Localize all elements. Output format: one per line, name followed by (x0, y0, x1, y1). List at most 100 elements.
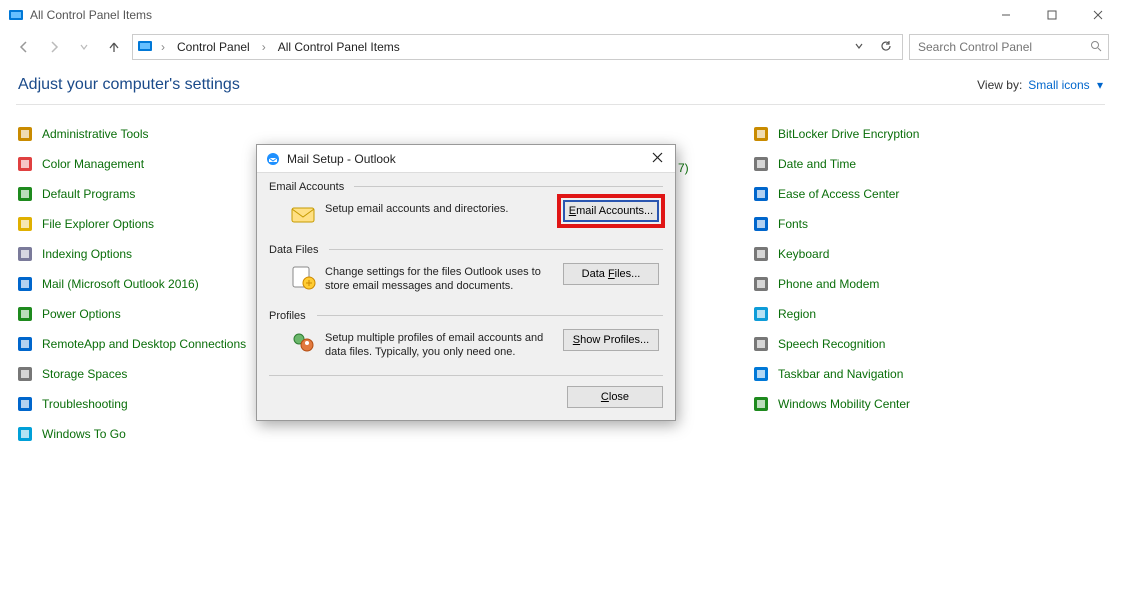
item-label: RemoteApp and Desktop Connections (42, 337, 246, 351)
minimize-button[interactable] (983, 0, 1029, 30)
item-label: Speech Recognition (778, 337, 885, 351)
item-label: Date and Time (778, 157, 856, 171)
section-legend: Data Files (269, 244, 663, 257)
chevron-right-icon: › (157, 40, 169, 54)
show-profiles-button[interactable]: Show Profiles... (563, 329, 659, 351)
control-panel-item[interactable]: Windows Mobility Center (752, 393, 1112, 415)
control-panel-item[interactable]: Administrative Tools (16, 123, 376, 145)
recent-dropdown[interactable] (72, 35, 96, 59)
page-header: Adjust your computer's settings View by:… (0, 64, 1121, 104)
item-label: Phone and Modem (778, 277, 879, 291)
item-label: Color Management (42, 157, 144, 171)
data-files-section: Data Files Change settings for the files… (269, 244, 663, 300)
item-label: BitLocker Drive Encryption (778, 127, 919, 141)
item-label: Power Options (42, 307, 121, 321)
section-text: Setup multiple profiles of email account… (325, 329, 555, 360)
item-label: Taskbar and Navigation (778, 367, 903, 381)
search-icon (1090, 40, 1102, 55)
breadcrumb-item[interactable]: Control Panel (173, 40, 254, 54)
window-titlebar: All Control Panel Items (0, 0, 1121, 30)
item-label: Indexing Options (42, 247, 132, 261)
item-label: Region (778, 307, 816, 321)
remoteapp-icon (16, 335, 34, 353)
viewby-label: View by: (977, 78, 1022, 92)
control-panel-item[interactable]: Date and Time (752, 153, 1112, 175)
control-panel-item[interactable]: Windows To Go (16, 423, 376, 445)
index-icon (16, 245, 34, 263)
section-text: Setup email accounts and directories. (325, 200, 555, 216)
viewby-dropdown[interactable]: Small icons ▾ (1028, 78, 1103, 92)
close-button[interactable] (1075, 0, 1121, 30)
item-label: Fonts (778, 217, 808, 231)
email-accounts-section: Email Accounts Setup email accounts and … (269, 181, 663, 234)
wintogo-icon (16, 425, 34, 443)
item-label: File Explorer Options (42, 217, 154, 231)
dialog-title: Mail Setup - Outlook (287, 152, 648, 166)
item-label: Windows To Go (42, 427, 126, 441)
control-panel-item[interactable]: Keyboard (752, 243, 1112, 265)
window-title: All Control Panel Items (30, 8, 983, 22)
close-dialog-button[interactable]: Close (567, 386, 663, 408)
section-legend: Profiles (269, 310, 663, 323)
forward-button[interactable] (42, 35, 66, 59)
search-input[interactable] (916, 39, 1090, 55)
control-panel-item[interactable]: Ease of Access Center (752, 183, 1112, 205)
divider (269, 375, 663, 376)
refresh-button[interactable] (874, 40, 898, 55)
up-button[interactable] (102, 35, 126, 59)
control-panel-item[interactable]: Speech Recognition (752, 333, 1112, 355)
keyboard-icon (752, 245, 770, 263)
ease-icon (752, 185, 770, 203)
dialog-close-button[interactable] (648, 150, 667, 168)
folder-options-icon (16, 215, 34, 233)
mail-icon (265, 151, 281, 167)
breadcrumb-item[interactable]: All Control Panel Items (274, 40, 404, 54)
mail-setup-dialog: Mail Setup - Outlook Email Accounts Setu… (256, 144, 676, 421)
email-accounts-button[interactable]: Email Accounts... (563, 200, 659, 222)
item-label: Windows Mobility Center (778, 397, 910, 411)
programs-icon (16, 185, 34, 203)
section-text: Change settings for the files Outlook us… (325, 263, 555, 294)
data-file-icon (289, 263, 317, 291)
item-label: Mail (Microsoft Outlook 2016) (42, 277, 199, 291)
control-panel-item[interactable]: Phone and Modem (752, 273, 1112, 295)
item-label: Troubleshooting (42, 397, 128, 411)
control-panel-item[interactable]: BitLocker Drive Encryption (752, 123, 1112, 145)
page-title: Adjust your computer's settings (18, 76, 977, 94)
items-column-right: BitLocker Drive Encryption Date and Time E… (752, 123, 1112, 445)
mail-icon (16, 275, 34, 293)
taskbar-icon (752, 365, 770, 383)
item-label: Keyboard (778, 247, 829, 261)
item-label: Administrative Tools (42, 127, 149, 141)
profiles-icon (289, 329, 317, 357)
control-panel-item[interactable]: Region (752, 303, 1112, 325)
envelope-icon (289, 200, 317, 228)
address-dropdown[interactable] (848, 40, 870, 54)
control-panel-icon (137, 38, 153, 57)
phone-icon (752, 275, 770, 293)
maximize-button[interactable] (1029, 0, 1075, 30)
region-icon (752, 305, 770, 323)
bitlocker-icon (752, 125, 770, 143)
power-icon (16, 305, 34, 323)
list-item-fragment: 7) (678, 161, 689, 175)
chevron-right-icon: › (258, 40, 270, 54)
back-button[interactable] (12, 35, 36, 59)
navigation-bar: › Control Panel › All Control Panel Item… (0, 30, 1121, 64)
section-legend: Email Accounts (269, 181, 663, 194)
control-panel-item[interactable]: Fonts (752, 213, 1112, 235)
mobility-icon (752, 395, 770, 413)
item-label: Storage Spaces (42, 367, 127, 381)
control-panel-item[interactable]: Taskbar and Navigation (752, 363, 1112, 385)
tools-icon (16, 125, 34, 143)
storage-icon (16, 365, 34, 383)
data-files-button[interactable]: Data Files... (563, 263, 659, 285)
speech-icon (752, 335, 770, 353)
fonts-icon (752, 215, 770, 233)
address-bar[interactable]: › Control Panel › All Control Panel Item… (132, 34, 903, 60)
dialog-titlebar[interactable]: Mail Setup - Outlook (257, 145, 675, 173)
item-label: Default Programs (42, 187, 135, 201)
color-icon (16, 155, 34, 173)
troubleshoot-icon (16, 395, 34, 413)
search-box[interactable] (909, 34, 1109, 60)
